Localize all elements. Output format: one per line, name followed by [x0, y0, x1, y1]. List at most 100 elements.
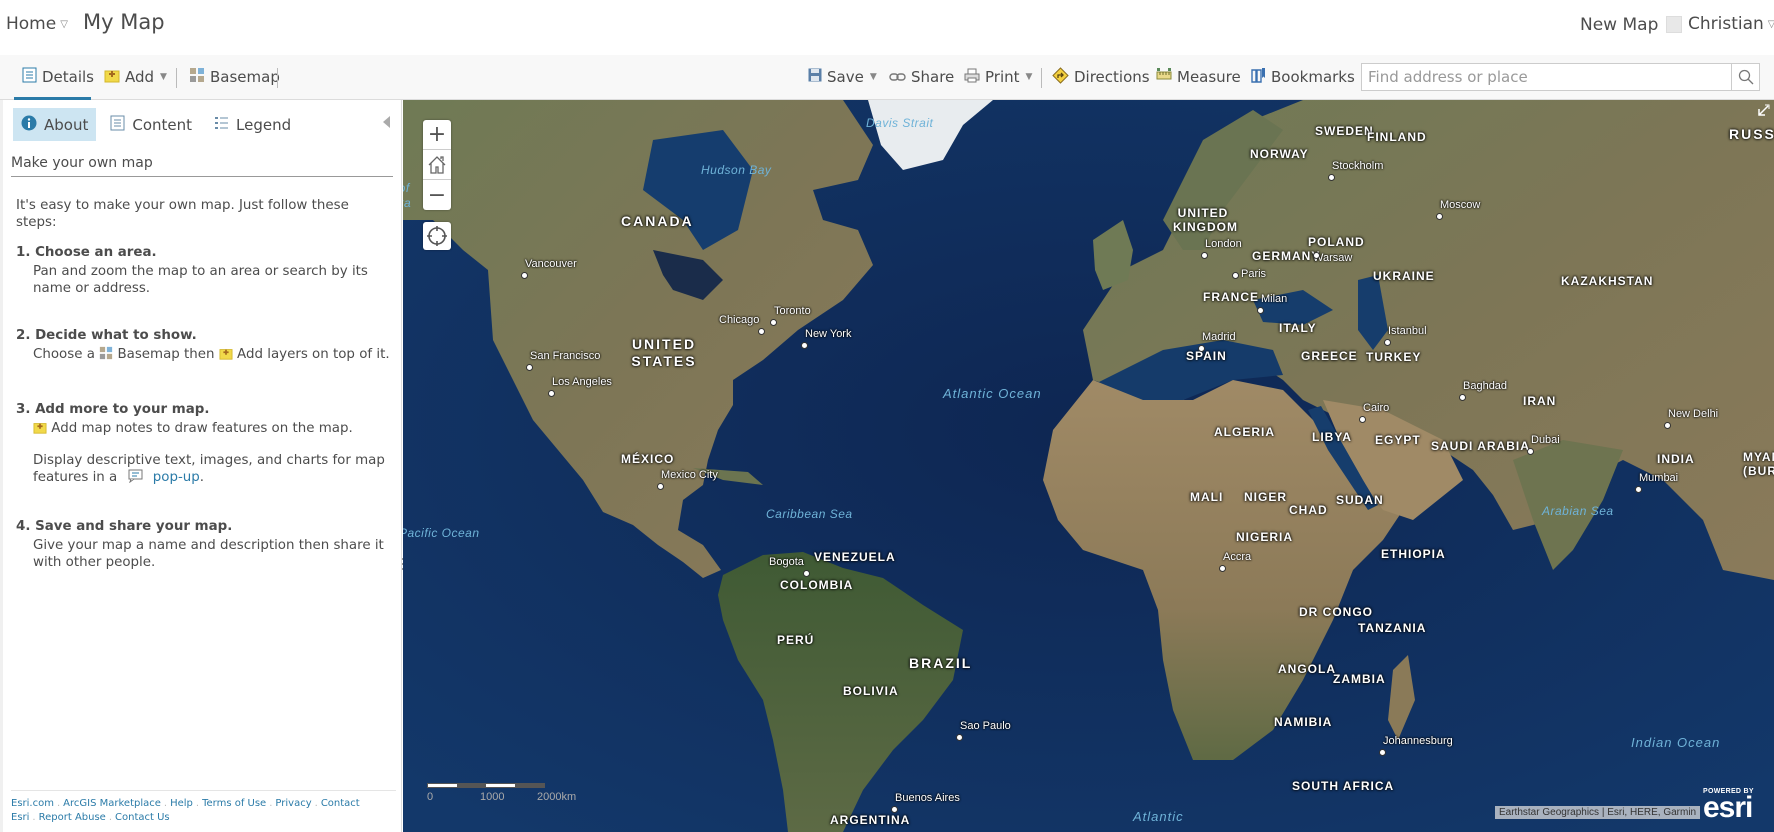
add-button[interactable]: Add ▼ — [104, 65, 167, 89]
expand-map-button[interactable] — [1756, 103, 1770, 122]
measure-icon — [1156, 67, 1172, 87]
search-button[interactable] — [1731, 64, 1759, 90]
panel-heading: Make your own map — [11, 155, 393, 177]
footer-link-marketplace[interactable]: ArcGIS Marketplace — [63, 798, 161, 809]
details-icon — [22, 67, 37, 87]
scale-label: 1000 — [480, 791, 505, 803]
separator: . — [195, 798, 200, 809]
add-label: Add — [125, 68, 155, 86]
step-title: 3. Add more to your map. — [16, 402, 210, 417]
footer-links: Esri.com. ArcGIS Marketplace. Help. Terms o… — [11, 790, 396, 825]
chevron-down-icon: ▼ — [869, 72, 877, 82]
share-link-icon — [889, 68, 906, 86]
bookmarks-icon — [1251, 67, 1266, 87]
details-button[interactable]: Details — [22, 65, 94, 89]
chevron-down-icon: ▼ — [1025, 72, 1033, 82]
print-icon — [964, 68, 980, 87]
scale-labels: 0 1000 2000km — [427, 788, 576, 803]
basemap-button[interactable]: Basemap — [189, 65, 280, 89]
add-layer-icon — [104, 68, 120, 87]
tab-content[interactable]: Content — [102, 108, 200, 141]
home-label: Home — [6, 14, 57, 34]
scale-label: 0 — [427, 791, 434, 803]
footer-link-privacy[interactable]: Privacy — [275, 798, 311, 809]
footer-link-report-abuse[interactable]: Report Abuse — [39, 812, 106, 823]
home-icon — [428, 155, 446, 174]
info-icon — [21, 115, 37, 135]
directions-icon — [1052, 66, 1069, 88]
new-map-link[interactable]: New Map — [1580, 15, 1658, 35]
separator: . — [56, 798, 61, 809]
zoom-out-button[interactable]: − — [423, 180, 451, 210]
map-view[interactable]: Davis Strait Hudson Bay f ofska Atlantic… — [403, 100, 1774, 832]
chevron-down-icon: ▽ — [60, 19, 68, 30]
step-4: 4. Save and share your map. Give your ma… — [16, 518, 391, 571]
bookmarks-button[interactable]: Bookmarks — [1251, 65, 1355, 89]
map-notes-icon — [33, 421, 47, 439]
step-1: 1. Choose an area. Pan and zoom the map … — [16, 244, 391, 297]
tab-about-label: About — [44, 115, 89, 134]
tab-about[interactable]: About — [13, 108, 97, 141]
step-title: 2. Decide what to show. — [16, 328, 197, 343]
home-extent-button[interactable] — [423, 150, 451, 180]
panel-tabs: About Content Legend — [13, 108, 305, 141]
zoom-in-button[interactable]: + — [423, 120, 451, 150]
tab-content-label: Content — [132, 115, 193, 134]
user-name: Christian — [1688, 14, 1764, 34]
footer-link-terms[interactable]: Terms of Use — [202, 798, 266, 809]
details-panel: About Content Legend Make your own map I… — [0, 100, 404, 832]
avatar — [1666, 15, 1682, 33]
crosshair-icon — [427, 226, 447, 246]
share-label: Share — [911, 68, 955, 86]
tab-legend[interactable]: Legend — [206, 108, 299, 141]
esri-logo[interactable]: POWERED BY esri — [1703, 788, 1754, 824]
about-content: It's easy to make your own map. Just fol… — [16, 197, 391, 571]
bookmarks-label: Bookmarks — [1271, 68, 1355, 86]
search-icon — [1738, 69, 1753, 85]
footer-link-contact-us[interactable]: Contact Us — [115, 812, 170, 823]
esri-wordmark: esri — [1703, 791, 1753, 824]
locate-button[interactable] — [423, 222, 451, 250]
save-label: Save — [827, 68, 864, 86]
basemap-icon — [189, 67, 205, 87]
step-text-part: Choose a — [33, 347, 95, 362]
search-box — [1361, 63, 1760, 91]
separator: . — [163, 798, 168, 809]
chevron-down-icon: ▼ — [160, 72, 167, 82]
collapse-panel-icon[interactable] — [383, 116, 390, 128]
directions-button[interactable]: Directions — [1052, 65, 1150, 89]
details-label: Details — [42, 68, 95, 86]
resize-arrow-icon — [1758, 104, 1770, 116]
add-layer-icon — [219, 347, 233, 365]
popup-icon — [128, 469, 143, 488]
home-menu[interactable]: Home ▽ — [6, 14, 68, 34]
measure-label: Measure — [1177, 68, 1241, 86]
save-icon — [808, 68, 822, 86]
step-2: 2. Decide what to show. Choose a Basemap… — [16, 327, 391, 365]
share-button[interactable]: Share — [889, 65, 954, 89]
save-button[interactable]: Save ▼ — [808, 65, 877, 89]
footer-link-esri[interactable]: Esri.com — [11, 798, 54, 809]
print-button[interactable]: Print ▼ — [964, 65, 1032, 89]
satellite-basemap — [403, 100, 1774, 832]
separator: . — [32, 812, 36, 823]
tab-legend-label: Legend — [236, 115, 292, 134]
user-menu[interactable]: Christian ▽ — [1666, 14, 1774, 34]
step-text: Display descriptive text, images, and ch… — [16, 452, 391, 488]
top-header: Home ▽ My Map New Map Christian ▽ — [0, 0, 1774, 52]
toolbar: Details Add ▼ Basemap Save ▼ Share Print… — [0, 55, 1774, 100]
scale-bar: 0 1000 2000km — [427, 783, 576, 803]
directions-label: Directions — [1074, 68, 1150, 86]
step-3: 3. Add more to your map. Add map notes t… — [16, 401, 391, 488]
step-text: Give your map a name and description the… — [33, 538, 384, 570]
legend-icon — [214, 115, 229, 135]
footer-link-help[interactable]: Help — [170, 798, 193, 809]
search-input[interactable] — [1362, 64, 1731, 90]
step-text: Pan and zoom the map to an area or searc… — [33, 264, 368, 296]
map-attribution: Earthstar Geographics | Esri, HERE, Garm… — [1495, 806, 1701, 819]
step-text-part: . — [199, 470, 205, 485]
measure-button[interactable]: Measure — [1156, 65, 1241, 89]
toolbar-divider — [176, 68, 177, 88]
separator: . — [314, 798, 318, 809]
popup-link[interactable]: pop-up — [153, 470, 200, 485]
